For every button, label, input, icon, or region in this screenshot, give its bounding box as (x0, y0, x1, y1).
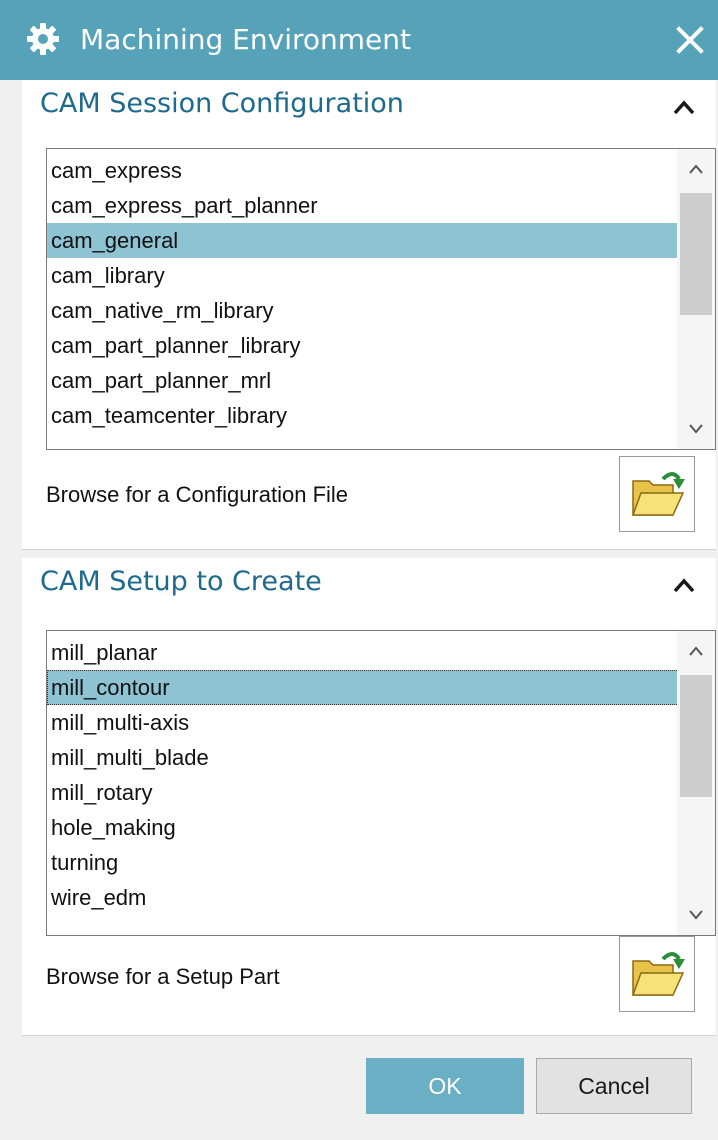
session-config-list[interactable]: cam_express cam_express_part_planner cam_g… (46, 148, 716, 450)
setup-list-item[interactable]: mill_multi-axis (47, 705, 679, 740)
chevron-up-icon[interactable] (670, 94, 698, 122)
setup-list-item[interactable]: mill_rotary (47, 775, 679, 810)
scroll-down-button[interactable] (677, 895, 715, 935)
session_config-list-item[interactable]: cam_library (47, 258, 679, 293)
gear-icon (27, 23, 59, 55)
setup-list-item[interactable]: mill_multi_blade (47, 740, 679, 775)
browse-config-button[interactable] (619, 456, 695, 532)
session_config-list-item[interactable]: cam_part_planner_mrl (47, 363, 679, 398)
ok-button[interactable]: OK (366, 1058, 524, 1114)
chevron-up-icon[interactable] (670, 572, 698, 600)
title-bar: Machining Environment (0, 0, 718, 80)
browse-setup-button[interactable] (619, 936, 695, 1012)
setup-list-item[interactable]: wire_edm (47, 880, 679, 915)
session_config-list-item[interactable]: cam_express (47, 153, 679, 188)
browse-setup-label: Browse for a Setup Part (46, 964, 280, 989)
setup-panel: CAM Setup to Create mill_planar mill_cont… (22, 558, 716, 1036)
session-config-title: CAM Session Configuration (40, 88, 404, 119)
session_config-list-item[interactable]: cam_express_part_planner (47, 188, 679, 223)
setup-header[interactable]: CAM Setup to Create (22, 558, 716, 618)
cancel-button[interactable]: Cancel (536, 1058, 692, 1114)
scroll-thumb[interactable] (680, 675, 712, 797)
open-folder-icon (631, 952, 685, 996)
setup-list-item[interactable]: hole_making (47, 810, 679, 845)
setup-scrollbar[interactable] (677, 631, 715, 935)
session-config-scrollbar[interactable] (677, 149, 715, 449)
close-icon[interactable] (674, 24, 706, 56)
session-config-items: cam_express cam_express_part_planner cam_g… (47, 153, 679, 433)
open-folder-icon (631, 472, 685, 516)
setup-title: CAM Setup to Create (40, 566, 322, 597)
setup-list-item[interactable]: turning (47, 845, 679, 880)
setup-items: mill_planar mill_contour mill_multi-axis mi… (47, 635, 679, 915)
window-title: Machining Environment (80, 23, 411, 56)
session-config-panel: CAM Session Configuration cam_express cam… (22, 80, 716, 550)
chevron-down-icon (689, 910, 703, 920)
scroll-up-button[interactable] (677, 631, 715, 671)
scroll-down-button[interactable] (677, 409, 715, 449)
setup-list[interactable]: mill_planar mill_contour mill_multi-axis mi… (46, 630, 716, 936)
setup-list-item[interactable]: mill_contour (47, 670, 679, 705)
session-config-header[interactable]: CAM Session Configuration (22, 80, 716, 140)
session_config-list-item[interactable]: cam_general (47, 223, 679, 258)
scroll-thumb[interactable] (680, 193, 712, 315)
browse-config-label: Browse for a Configuration File (46, 482, 349, 507)
chevron-up-icon (689, 164, 703, 174)
scroll-up-button[interactable] (677, 149, 715, 189)
session_config-list-item[interactable]: cam_part_planner_library (47, 328, 679, 363)
session_config-list-item[interactable]: cam_teamcenter_library (47, 398, 679, 433)
session_config-list-item[interactable]: cam_native_rm_library (47, 293, 679, 328)
chevron-up-icon (689, 646, 703, 656)
setup-list-item[interactable]: mill_planar (47, 635, 679, 670)
chevron-down-icon (689, 424, 703, 434)
